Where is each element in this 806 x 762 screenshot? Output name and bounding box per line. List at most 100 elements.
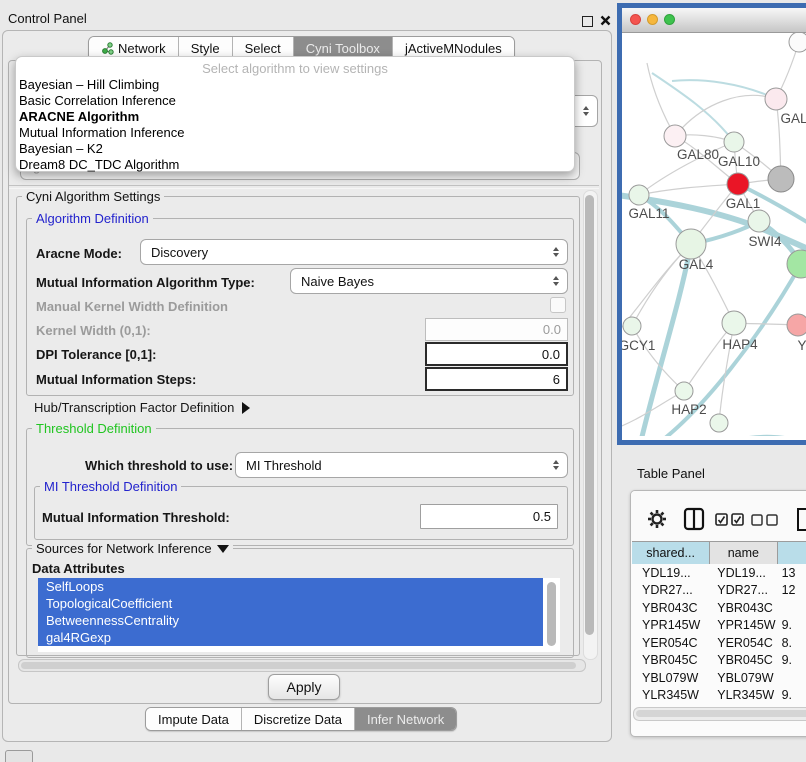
network-node[interactable] bbox=[710, 414, 728, 432]
table-cell[interactable]: YPR145W bbox=[710, 618, 777, 632]
sources-toggle[interactable]: Sources for Network Inference bbox=[32, 541, 233, 556]
aracne-mode-combo[interactable]: Discovery bbox=[140, 239, 568, 265]
table-cell[interactable]: YBL079W bbox=[632, 671, 710, 685]
close-icon[interactable] bbox=[600, 14, 611, 29]
dpi-tolerance-field[interactable]: 0.0 bbox=[425, 342, 568, 366]
column-header-name[interactable]: name bbox=[710, 542, 777, 564]
algorithm-dropdown-placeholder: Select algorithm to view settings bbox=[16, 60, 574, 77]
table-cell[interactable]: 9. bbox=[778, 653, 806, 667]
network-node-gal11[interactable] bbox=[629, 185, 649, 205]
gear-icon[interactable] bbox=[647, 509, 667, 529]
network-node[interactable] bbox=[768, 166, 794, 192]
table-horizontal-scrollbar[interactable] bbox=[633, 707, 806, 721]
network-node[interactable] bbox=[789, 33, 806, 52]
table-row[interactable]: YER054CYER054C8. bbox=[632, 634, 806, 652]
hub-definition-toggle[interactable]: Hub/Transcription Factor Definition bbox=[34, 400, 250, 415]
table-cell[interactable]: YBR045C bbox=[632, 653, 710, 667]
table-row[interactable]: YPR145WYPR145W9. bbox=[632, 617, 806, 635]
close-traffic-light-icon[interactable] bbox=[630, 14, 641, 25]
attribute-item[interactable]: TopologicalCoefficient bbox=[38, 595, 543, 612]
tab-impute-data[interactable]: Impute Data bbox=[146, 708, 242, 730]
table-cell[interactable]: YDR27... bbox=[710, 583, 777, 597]
panel-corner-button[interactable] bbox=[5, 750, 33, 762]
network-node[interactable] bbox=[787, 250, 806, 278]
table-body: YDL19...YDL19...13YDR27...YDR27...12YBR0… bbox=[632, 564, 806, 706]
table-cell[interactable]: 13 bbox=[778, 566, 806, 580]
algorithm-option[interactable]: Bayesian – K2 bbox=[16, 141, 574, 157]
float-icon[interactable] bbox=[582, 16, 593, 27]
mi-algorithm-type-combo[interactable]: Naive Bayes bbox=[290, 268, 568, 294]
settings-vertical-scrollbar[interactable] bbox=[583, 190, 598, 660]
network-node-gcy1[interactable] bbox=[623, 317, 641, 335]
mi-threshold-field[interactable]: 0.5 bbox=[420, 504, 558, 529]
attribute-item[interactable]: SelfLoops bbox=[38, 578, 543, 595]
network-node-gal1[interactable] bbox=[727, 173, 749, 195]
algorithm-option[interactable]: Dream8 DC_TDC Algorithm bbox=[16, 157, 574, 173]
kernel-width-field[interactable]: 0.0 bbox=[425, 318, 568, 341]
scrollbar-thumb[interactable] bbox=[636, 710, 806, 717]
algorithm-option[interactable]: Bayesian – Hill Climbing bbox=[16, 77, 574, 93]
algorithm-option[interactable]: Basic Correlation Inference bbox=[16, 93, 574, 109]
network-graph[interactable]: GALGAL80GAL10GAL1GAL11SWI4GAL4GCY1HAP4YH… bbox=[622, 33, 806, 436]
minimize-traffic-light-icon[interactable] bbox=[647, 14, 658, 25]
table-row[interactable]: YBR043CYBR043C bbox=[632, 599, 806, 617]
network-node-gal4[interactable] bbox=[676, 229, 706, 259]
attributes-scrollbar[interactable] bbox=[547, 582, 556, 646]
network-canvas[interactable]: GALGAL80GAL10GAL1GAL11SWI4GAL4GCY1HAP4YH… bbox=[622, 33, 806, 436]
table-cell[interactable]: YLR345W bbox=[632, 688, 710, 702]
network-node-hap4[interactable] bbox=[722, 311, 746, 335]
table-cell[interactable]: 9. bbox=[778, 688, 806, 702]
network-window-titlebar[interactable] bbox=[622, 8, 806, 33]
zoom-traffic-light-icon[interactable] bbox=[664, 14, 675, 25]
table-row[interactable]: YBR045CYBR045C9. bbox=[632, 652, 806, 670]
manual-kernel-width-checkbox[interactable] bbox=[550, 297, 566, 313]
settings-horizontal-scrollbar[interactable] bbox=[18, 659, 586, 672]
table-cell[interactable]: YPR145W bbox=[632, 618, 710, 632]
table-cell[interactable]: YER054C bbox=[710, 636, 777, 650]
document-icon[interactable] bbox=[795, 506, 806, 532]
table-cell[interactable]: 9. bbox=[778, 618, 806, 632]
table-cell[interactable]: YER054C bbox=[632, 636, 710, 650]
algorithm-option[interactable]: Mutual Information Inference bbox=[16, 125, 574, 141]
checked-boxes-icon[interactable] bbox=[715, 513, 745, 527]
table-cell[interactable]: YDL19... bbox=[710, 566, 777, 580]
which-threshold-combo[interactable]: MI Threshold bbox=[235, 452, 568, 478]
table-row[interactable]: YDL19...YDL19...13 bbox=[632, 564, 806, 582]
table-cell[interactable]: YDL19... bbox=[632, 566, 710, 580]
table-row[interactable]: YLR345WYLR345W9. bbox=[632, 687, 806, 705]
tab-infer-network[interactable]: Infer Network bbox=[355, 708, 456, 730]
unchecked-boxes-icon[interactable] bbox=[751, 514, 781, 527]
table-cell[interactable]: YDR27... bbox=[632, 583, 710, 597]
algorithm-option[interactable]: ARACNE Algorithm bbox=[16, 109, 574, 125]
mi-steps-field[interactable]: 6 bbox=[425, 367, 568, 391]
column-header-partial[interactable] bbox=[778, 542, 806, 564]
network-window[interactable]: GALGAL80GAL10GAL1GAL11SWI4GAL4GCY1HAP4YH… bbox=[617, 3, 806, 445]
table-cell[interactable]: YBR043C bbox=[710, 601, 777, 615]
network-node-gal10[interactable] bbox=[724, 132, 744, 152]
scrollbar-thumb[interactable] bbox=[585, 195, 594, 635]
network-node-gal[interactable] bbox=[765, 88, 787, 110]
table-cell[interactable]: 8. bbox=[778, 636, 806, 650]
attribute-item[interactable]: BetweennessCentrality bbox=[38, 612, 543, 629]
table-cell[interactable]: YLR345W bbox=[710, 688, 777, 702]
attribute-item[interactable]: gal4RGexp bbox=[38, 629, 543, 646]
network-node-y[interactable] bbox=[787, 314, 806, 336]
table-cell[interactable]: YBR045C bbox=[710, 653, 777, 667]
network-nodes[interactable]: GALGAL80GAL10GAL1GAL11SWI4GAL4GCY1HAP4YH… bbox=[622, 33, 806, 432]
network-node-hap2[interactable] bbox=[675, 382, 693, 400]
which-threshold-value: MI Threshold bbox=[246, 458, 322, 473]
table-row[interactable]: YIL052CYIL052C9. bbox=[632, 704, 806, 706]
apply-button[interactable]: Apply bbox=[268, 674, 340, 700]
combo-stepper-icon bbox=[553, 460, 559, 470]
table-row[interactable]: YDR27...YDR27...12 bbox=[632, 582, 806, 600]
table-cell[interactable]: 12 bbox=[778, 583, 806, 597]
network-node-swi4[interactable] bbox=[748, 210, 770, 232]
tab-discretize-data[interactable]: Discretize Data bbox=[242, 708, 355, 730]
column-header-shared-name[interactable]: shared... bbox=[632, 542, 710, 564]
scrollbar-thumb[interactable] bbox=[21, 662, 576, 669]
table-row[interactable]: YBL079WYBL079W bbox=[632, 669, 806, 687]
table-cell[interactable]: YBL079W bbox=[710, 671, 777, 685]
table-cell[interactable]: YBR043C bbox=[632, 601, 710, 615]
network-node-gal80[interactable] bbox=[664, 125, 686, 147]
split-columns-icon[interactable] bbox=[683, 507, 705, 531]
